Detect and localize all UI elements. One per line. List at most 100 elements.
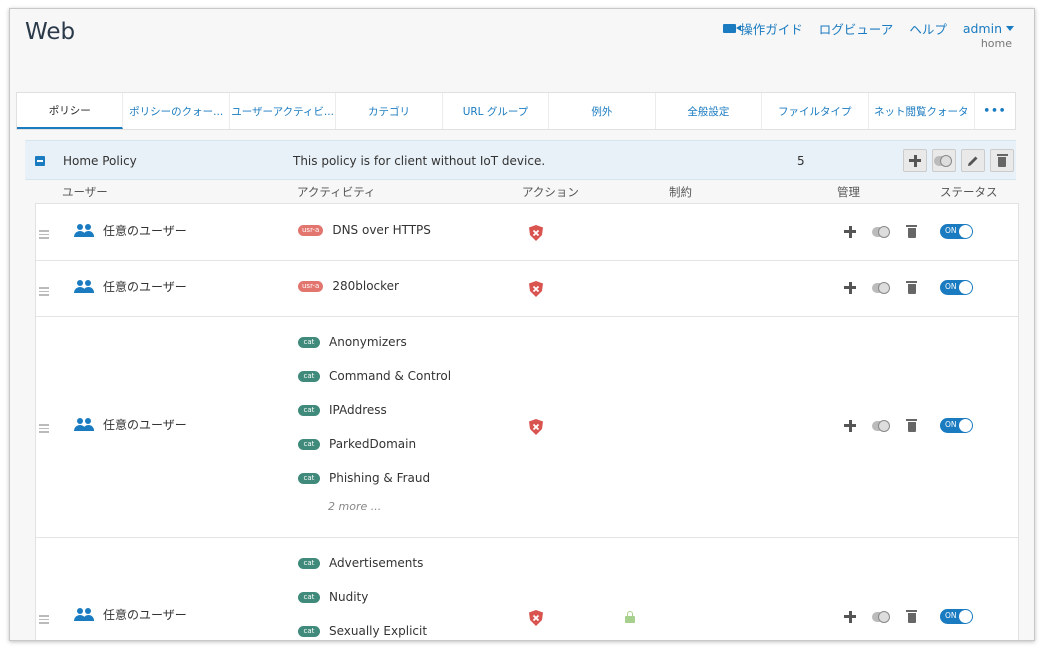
activity-label: Advertisements (329, 556, 424, 570)
drag-handle-icon[interactable] (39, 287, 49, 298)
collapse-icon[interactable] (35, 156, 45, 166)
tab-general-settings[interactable]: 全般設定 (656, 93, 763, 129)
user-cell: 任意のユーザー (74, 278, 187, 295)
activity-badge: cat (298, 625, 320, 637)
users-icon (74, 279, 94, 294)
status-toggle[interactable]: ON (940, 418, 973, 433)
activity-item: cat Sexually Explicit (298, 624, 427, 638)
col-user: ユーザー (62, 185, 108, 199)
col-status: ステータス (940, 185, 998, 199)
tab-policy-quota[interactable]: ポリシーのクォー... (123, 93, 230, 129)
guide-label: 操作ガイド (740, 22, 803, 37)
manage-actions (844, 225, 917, 238)
caret-down-icon (1006, 26, 1014, 31)
duplicate-icon[interactable] (872, 610, 892, 623)
manage-actions (844, 610, 917, 623)
plus-icon[interactable] (844, 281, 856, 294)
users-icon (74, 607, 94, 622)
tab-bar: ポリシー ポリシーのクォー... ユーザーアクティビ... カテゴリ URL グ… (16, 92, 1016, 130)
activity-label: IPAddress (329, 403, 387, 417)
status-toggle[interactable]: ON (940, 609, 973, 624)
activity-label: Anonymizers (329, 335, 407, 349)
user-subtitle: home (980, 37, 1012, 50)
activity-label: Nudity (329, 590, 369, 604)
activity-label: 280blocker (332, 279, 399, 293)
tab-file-type[interactable]: ファイルタイプ (762, 93, 869, 129)
plus-icon[interactable] (844, 419, 856, 432)
activity-badge: cat (298, 438, 320, 450)
block-shield-icon (529, 281, 543, 297)
user-cell: 任意のユーザー (74, 606, 187, 623)
duplicate-icon[interactable] (872, 281, 892, 294)
activity-badge: cat (298, 472, 320, 484)
status-toggle[interactable]: ON (940, 280, 973, 295)
delete-policy-button[interactable] (990, 149, 1014, 172)
col-activity: アクティビティ (297, 185, 376, 199)
log-viewer-link[interactable]: ログビューア (819, 19, 894, 38)
user-name: admin (962, 21, 1002, 36)
tab-more[interactable]: ••• (975, 93, 1015, 129)
activity-item: cat IPAddress (298, 403, 387, 417)
drag-handle-icon[interactable] (39, 230, 49, 241)
tab-policy[interactable]: ポリシー (17, 93, 124, 129)
activity-item: usr-a 280blocker (298, 279, 399, 293)
table-row: 任意のユーザー cat Anonymizers cat Command & Co… (36, 317, 1018, 538)
activity-label: ParkedDomain (329, 437, 417, 451)
activity-label: Phishing & Fraud (329, 471, 431, 485)
activity-label: Sexually Explicit (329, 624, 428, 638)
duplicate-icon[interactable] (872, 419, 892, 432)
drag-handle-icon[interactable] (39, 424, 49, 435)
duplicate-icon (934, 154, 954, 167)
edit-policy-button[interactable] (961, 149, 985, 172)
activity-item: cat Advertisements (298, 556, 423, 570)
status-toggle[interactable]: ON (940, 224, 973, 239)
trash-icon[interactable] (906, 610, 917, 623)
table-row: 任意のユーザー usr-a DNS over HTTPS ON (36, 204, 1018, 261)
tab-category[interactable]: カテゴリ (336, 93, 443, 129)
user-label: 任意のユーザー (103, 608, 187, 622)
trash-icon[interactable] (906, 225, 917, 238)
status-label: ON (945, 611, 957, 620)
plus-icon[interactable] (844, 610, 856, 623)
activity-badge: cat (298, 591, 320, 603)
user-label: 任意のユーザー (103, 280, 187, 294)
policy-header: Home Policy This policy is for client wi… (25, 140, 1016, 180)
table-row: 任意のユーザー usr-a 280blocker ON (36, 261, 1018, 317)
policy-name: Home Policy (63, 154, 137, 168)
tab-url-group[interactable]: URL グループ (443, 93, 550, 129)
activity-item: cat Command & Control (298, 369, 451, 383)
more-activities-link[interactable]: 2 more ... (328, 500, 381, 513)
add-rule-button[interactable] (903, 149, 927, 172)
col-manage: 管理 (837, 185, 860, 199)
manage-actions (844, 281, 917, 294)
duplicate-policy-button[interactable] (932, 149, 956, 172)
tab-exceptions[interactable]: 例外 (549, 93, 656, 129)
policy-rule-count: 5 (797, 154, 805, 168)
block-shield-icon (529, 225, 543, 241)
tab-user-activity[interactable]: ユーザーアクティビ... (230, 93, 337, 129)
col-restriction: 制約 (669, 185, 692, 199)
activity-item: cat Nudity (298, 590, 368, 604)
drag-handle-icon[interactable] (39, 615, 49, 626)
manage-actions (844, 419, 917, 432)
edit-icon (968, 156, 978, 166)
trash-icon (996, 154, 1008, 167)
trash-icon[interactable] (906, 281, 917, 294)
app-window: Web 操作ガイド ログビューア ヘルプ admin home ポリシー ポリシ… (9, 8, 1035, 641)
plus-icon (909, 154, 921, 167)
block-shield-icon (529, 419, 543, 435)
user-menu[interactable]: admin (963, 21, 1014, 36)
duplicate-icon[interactable] (872, 225, 892, 238)
plus-icon[interactable] (844, 225, 856, 238)
activity-item: cat Anonymizers (298, 335, 407, 349)
policy-description: This policy is for client without IoT de… (293, 154, 546, 168)
activity-badge: cat (298, 336, 320, 348)
user-cell: 任意のユーザー (74, 222, 187, 239)
activity-badge: usr-a (298, 224, 324, 236)
guide-link[interactable]: 操作ガイド (723, 19, 803, 38)
trash-icon[interactable] (906, 419, 917, 432)
activity-badge: cat (298, 404, 320, 416)
users-icon (74, 223, 94, 238)
tab-browsing-quota[interactable]: ネット閲覧クォータ (869, 93, 975, 129)
help-link[interactable]: ヘルプ (909, 19, 947, 38)
